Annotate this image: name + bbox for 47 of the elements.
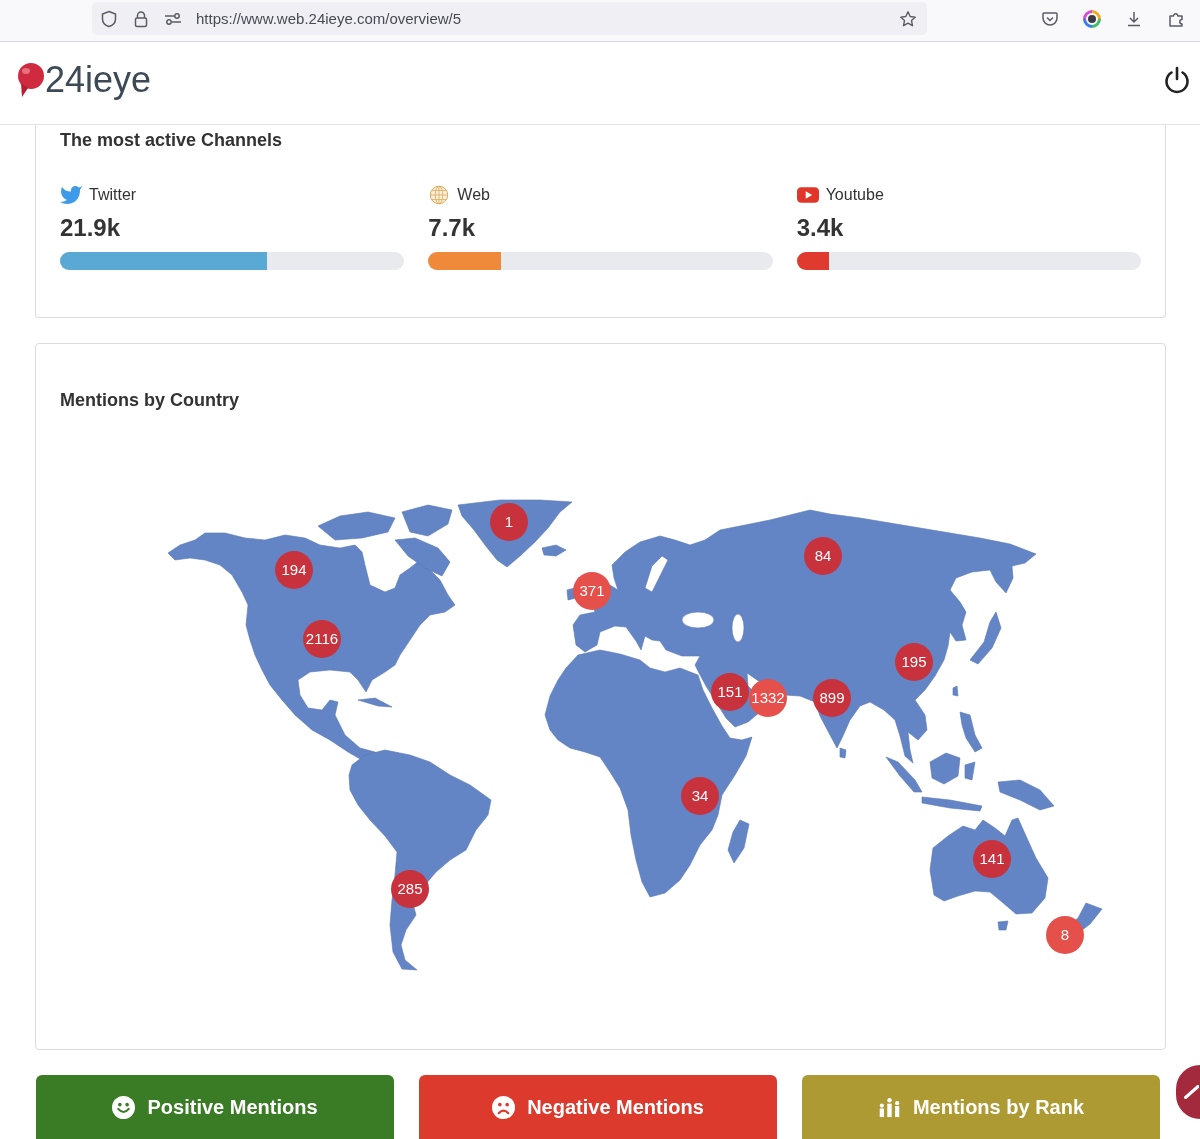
star-icon[interactable] xyxy=(899,9,917,28)
island-shape xyxy=(997,779,1055,811)
chevron-badge-icon[interactable] xyxy=(1041,10,1059,28)
island-shape xyxy=(969,611,1002,665)
island-shape xyxy=(727,819,750,864)
arctic-island xyxy=(401,504,453,537)
channel-name: Twitter xyxy=(89,186,137,204)
slash-icon xyxy=(1184,1085,1199,1099)
logo-mark-icon xyxy=(15,62,45,98)
positive-mentions-button[interactable]: Positive Mentions xyxy=(36,1075,394,1139)
card-title: Mentions by Country xyxy=(59,390,240,410)
channel-name: Web xyxy=(457,186,490,204)
island-shape xyxy=(964,761,976,781)
card-title: The most active Channels xyxy=(60,129,284,151)
island-shape xyxy=(541,544,567,557)
puzzle-icon[interactable] xyxy=(1167,10,1185,28)
arctic-island xyxy=(394,537,451,577)
logo-text: 24ieye xyxy=(45,60,152,100)
globe-icon xyxy=(428,185,451,205)
video-play-icon xyxy=(796,187,819,203)
ranking-bars-icon xyxy=(877,1095,901,1119)
island-shape xyxy=(921,796,983,812)
power-icon[interactable] xyxy=(1162,65,1192,95)
country-marker: 8 xyxy=(1046,916,1084,954)
island-shape xyxy=(929,752,961,785)
smiley-icon xyxy=(112,1095,136,1119)
mentions-by-rank-button[interactable]: Mentions by Rank xyxy=(802,1075,1160,1139)
frown-icon xyxy=(492,1095,516,1119)
shield-icon[interactable] xyxy=(100,9,118,28)
channel-name: Youtube xyxy=(825,186,884,204)
island-shape xyxy=(959,711,983,753)
island-shape xyxy=(885,756,923,793)
channel-count: 7.7k xyxy=(428,214,477,242)
address-bar[interactable]: https://www.web.24ieye.com/overview/5 xyxy=(92,2,927,35)
island-shape xyxy=(357,697,393,708)
island-shape xyxy=(997,920,1009,931)
color-ring-icon[interactable] xyxy=(1083,10,1101,28)
negative-mentions-button[interactable]: Negative Mentions xyxy=(419,1075,777,1139)
bird-icon xyxy=(60,185,82,205)
country-marker: 371 xyxy=(573,572,611,610)
island-shape xyxy=(839,747,847,759)
channel-count: 3.4k xyxy=(796,214,845,242)
lock-icon[interactable] xyxy=(132,9,150,28)
scroll-top-button[interactable] xyxy=(1176,1065,1200,1119)
channel-count: 21.9k xyxy=(60,214,122,242)
download-icon[interactable] xyxy=(1125,10,1143,28)
island-shape xyxy=(952,685,959,697)
